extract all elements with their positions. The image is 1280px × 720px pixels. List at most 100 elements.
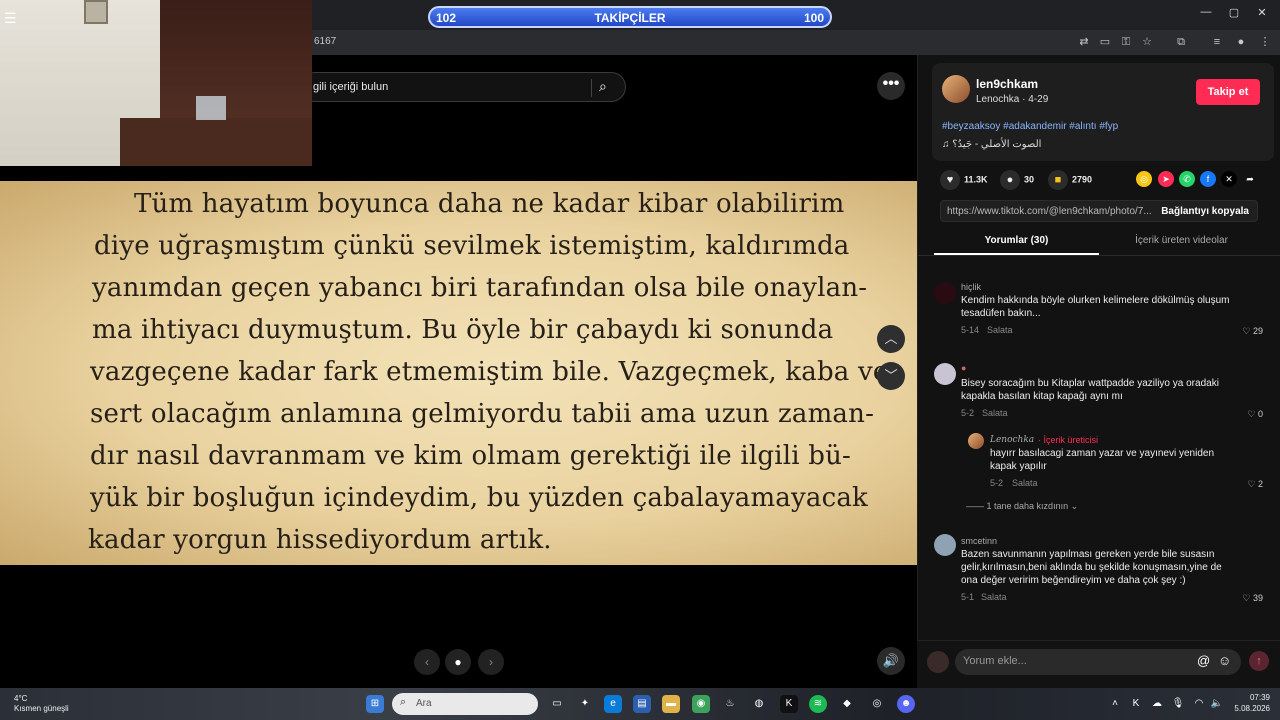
send-comment-button[interactable]: ↑	[1249, 651, 1269, 671]
tray-kick-icon[interactable]: K	[1127, 695, 1145, 713]
comment-username[interactable]: ●	[961, 363, 966, 373]
music-label[interactable]: ♫ الصوت الأصلي - جَيدُ؟	[942, 139, 1041, 150]
comment-date: 5-2	[990, 478, 1004, 488]
comment-count: 30	[1024, 174, 1035, 185]
file-explorer-icon[interactable]: ▬	[662, 695, 680, 713]
tray-chevron-icon[interactable]: ˄	[1106, 695, 1124, 713]
extensions-icon[interactable]: ⧉	[1174, 35, 1188, 49]
tray-volume-icon[interactable]: 🔈	[1208, 695, 1226, 713]
close-window-button[interactable]: ✕	[1252, 6, 1272, 19]
taskbar-search-icon: ⌕	[400, 696, 407, 708]
previous-post-button[interactable]: ︿	[877, 325, 905, 353]
emoji-icon[interactable]: ☺	[1218, 653, 1231, 668]
system-clock[interactable]: 07:39 5.08.2026	[1228, 692, 1270, 714]
comment-stat[interactable]: ● 30	[1000, 170, 1034, 190]
heart-icon[interactable]: ♥	[940, 170, 960, 190]
x-share-icon[interactable]: ✕	[1221, 171, 1237, 187]
clock-time: 07:39	[1249, 693, 1270, 702]
profile-icon[interactable]: ●	[1234, 35, 1248, 49]
facebook-icon[interactable]: f	[1200, 171, 1216, 187]
tray-mic-icon[interactable]: 🎙	[1169, 695, 1187, 713]
more-share-icon[interactable]: ➦	[1242, 171, 1258, 187]
comment-like-count: 39	[1252, 593, 1263, 603]
maximize-button[interactable]: ▢	[1224, 6, 1244, 19]
kebab-menu-icon[interactable]: ⋮	[1258, 35, 1272, 49]
start-icon[interactable]: ⊞	[366, 695, 384, 713]
weather-widget[interactable]: 4°C Kısmen güneşli	[14, 694, 69, 714]
creator-reply-username[interactable]: Lenochka	[990, 435, 1034, 445]
webcam-overlay: ☰	[0, 0, 312, 166]
key-icon[interactable]: ⚿	[1119, 35, 1133, 49]
task-view-icon[interactable]: ▭	[548, 695, 566, 713]
app-icon[interactable]: ◆	[838, 695, 856, 713]
steam-icon[interactable]: ♨	[721, 695, 739, 713]
reply-link[interactable]: Salata	[981, 592, 1007, 602]
save-stat[interactable]: ■ 2790	[1048, 170, 1092, 190]
author-display-name: Lenochka · 4-29	[976, 94, 1049, 105]
commenter-avatar[interactable]	[934, 363, 956, 385]
share-embed-icon[interactable]: ◎	[1136, 171, 1152, 187]
tray-wifi-icon[interactable]: ◠	[1190, 695, 1208, 713]
author-username[interactable]: len9chkam	[976, 77, 1038, 91]
edge-icon[interactable]: e	[604, 695, 622, 713]
volume-icon[interactable]: 🔊	[877, 647, 905, 675]
comment-username[interactable]: smcetinn	[961, 536, 997, 546]
book-line: Tüm hayatım boyunca daha ne kadar kibar …	[134, 189, 845, 219]
screen-share-icon[interactable]: ▭	[1098, 35, 1112, 49]
next-photo-button[interactable]: ›	[478, 649, 504, 675]
discord-icon[interactable]: ☻	[897, 695, 915, 713]
comment-icon[interactable]: ●	[1000, 170, 1020, 190]
book-line: ma ihtiyacı duymuştum. Bu öyle bir çabay…	[92, 315, 834, 345]
comment-like-count: 0	[1257, 409, 1263, 419]
author-avatar[interactable]	[942, 75, 970, 103]
tray-cloud-icon[interactable]: ☁	[1148, 695, 1166, 713]
reading-list-icon[interactable]: ≡	[1210, 35, 1224, 49]
taskbar-search[interactable]: ⌕ Ara	[392, 693, 538, 715]
follower-goal-overlay: 102 TAKİPÇİLER 100	[428, 6, 832, 28]
reply-link[interactable]: Salata	[982, 408, 1008, 418]
comment-like[interactable]: ♡ 29	[1223, 326, 1263, 337]
hashtags[interactable]: #beyzaaksoy #adakandemir #alıntı #fyp	[942, 121, 1118, 132]
translate-icon[interactable]: ⇄	[1077, 35, 1091, 49]
commenter-avatar[interactable]	[934, 282, 956, 304]
store-icon[interactable]: ▤	[633, 695, 651, 713]
minimize-button[interactable]: —	[1196, 6, 1216, 18]
tab-comments[interactable]: Yorumlar (30)	[934, 235, 1099, 246]
obs-icon[interactable]: ◎	[868, 695, 886, 713]
bookmark-icon[interactable]: ■	[1048, 170, 1068, 190]
follow-button[interactable]: Takip et	[1196, 79, 1260, 105]
comment-input[interactable]: Yorum ekle... @ ☺	[955, 649, 1241, 675]
reply-link[interactable]: Salata	[987, 325, 1013, 335]
previous-photo-button[interactable]: ‹	[414, 649, 440, 675]
view-more-replies[interactable]: —— 1 tane daha kızdının ⌄	[966, 501, 1078, 512]
comment-username[interactable]: hiçlik	[961, 282, 981, 292]
commenter-avatar[interactable]	[934, 534, 956, 556]
next-post-button[interactable]: ﹀	[877, 362, 905, 390]
whatsapp-icon[interactable]: ✆	[1179, 171, 1195, 187]
like-stat[interactable]: ♥ 11.3K	[940, 170, 988, 190]
comment-like[interactable]: ♡ 39	[1223, 593, 1263, 604]
url-fragment[interactable]: 6167	[314, 36, 336, 47]
creator-reply-avatar[interactable]	[968, 433, 984, 449]
comment-like[interactable]: ♡ 2	[1223, 479, 1263, 490]
search-input[interactable]: gili içeriği bulun ⌕	[300, 72, 626, 102]
tab-creator-videos[interactable]: İçerik üreten videolar	[1099, 235, 1264, 246]
photo-indicator-dot[interactable]: ●	[445, 649, 471, 675]
screen: 6167 — ▢ ✕ ⇄ ▭ ⚿ ☆ ⧉ ≡ ● ⋮ 102 TAKİPÇİLE…	[0, 0, 1280, 720]
mention-icon[interactable]: @	[1197, 653, 1210, 668]
copilot-icon[interactable]: ✦	[576, 695, 594, 713]
share-direct-icon[interactable]: ➤	[1158, 171, 1174, 187]
reply-link[interactable]: Salata	[1012, 478, 1038, 488]
copy-link-button[interactable]: Bağlantıyı kopyala	[1161, 206, 1249, 217]
comment-like[interactable]: ♡ 0	[1223, 409, 1263, 420]
bookmark-star-icon[interactable]: ☆	[1140, 35, 1154, 49]
more-options-button[interactable]: •••	[877, 72, 905, 100]
kick-icon[interactable]: K	[780, 695, 798, 713]
hamburger-menu-icon[interactable]: ☰	[4, 10, 17, 27]
spotify-icon[interactable]: ≋	[809, 695, 827, 713]
search-icon[interactable]: ⌕	[599, 78, 607, 95]
chrome-icon[interactable]: ◉	[692, 695, 710, 713]
github-icon[interactable]: ◍	[750, 695, 768, 713]
share-url[interactable]: https://www.tiktok.com/@len9chkam/photo/…	[947, 206, 1159, 217]
book-line: dır nasıl davranmam ve kim olmam gerekti…	[90, 441, 852, 471]
